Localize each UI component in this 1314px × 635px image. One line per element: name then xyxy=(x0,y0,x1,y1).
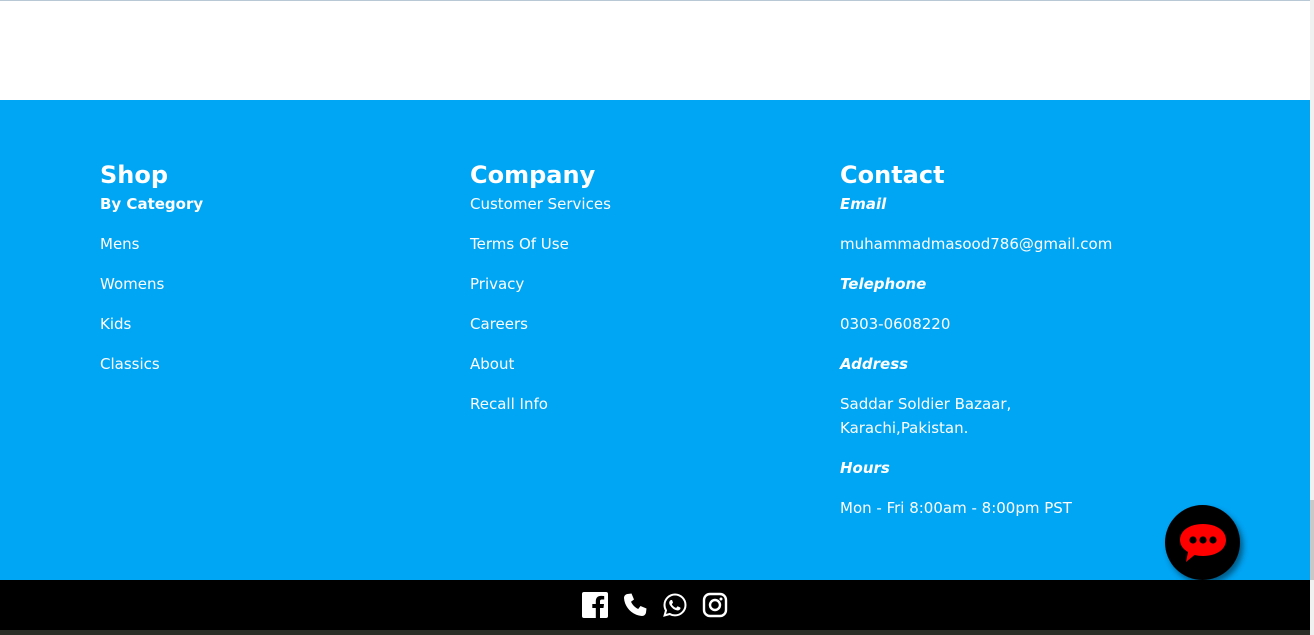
hours-label: Hours xyxy=(840,459,890,477)
facebook-icon xyxy=(582,592,608,618)
company-link-terms-of-use[interactable]: Terms Of Use xyxy=(470,232,830,256)
chat-button[interactable] xyxy=(1165,505,1240,580)
phone-link[interactable] xyxy=(621,591,649,619)
company-link-privacy[interactable]: Privacy xyxy=(470,272,830,296)
email-link[interactable]: muhammadmasood786@gmail.com xyxy=(840,232,1200,256)
company-heading: Company xyxy=(470,161,596,189)
address-label: Address xyxy=(840,355,909,373)
telephone-label: Telephone xyxy=(840,275,927,293)
company-link-recall-info[interactable]: Recall Info xyxy=(470,392,830,416)
shop-column: Shop By Category Mens Womens Kids Classi… xyxy=(100,160,460,376)
shop-link-kids[interactable]: Kids xyxy=(100,312,460,336)
email-label: Email xyxy=(840,195,887,213)
company-link-customer-services[interactable]: Customer Services xyxy=(470,192,830,216)
page-scrollbar[interactable] xyxy=(1310,0,1314,635)
shop-subheading: By Category xyxy=(100,195,204,213)
whatsapp-link[interactable] xyxy=(661,591,689,619)
company-link-careers[interactable]: Careers xyxy=(470,312,830,336)
hours-text: Mon - Fri 8:00am - 8:00pm PST xyxy=(840,499,1072,517)
instagram-icon xyxy=(702,592,728,618)
shop-link-classics[interactable]: Classics xyxy=(100,352,460,376)
shop-heading: Shop xyxy=(100,161,169,189)
contact-heading: Contact xyxy=(840,161,945,189)
phone-icon xyxy=(624,593,647,616)
address-text: Saddar Soldier Bazaar, Karachi,Pakistan. xyxy=(840,395,1012,437)
site-footer: Shop By Category Mens Womens Kids Classi… xyxy=(0,100,1310,580)
company-link-about[interactable]: About xyxy=(470,352,830,376)
contact-column: Contact Email muhammadmasood786@gmail.co… xyxy=(840,160,1200,520)
whatsapp-icon xyxy=(663,593,687,617)
social-bar xyxy=(0,580,1310,630)
company-column: Company Customer Services Terms Of Use P… xyxy=(470,160,830,416)
bottom-strip xyxy=(0,630,1310,635)
shop-link-womens[interactable]: Womens xyxy=(100,272,460,296)
scrollbar-thumb[interactable] xyxy=(1310,500,1314,580)
page-content-area xyxy=(0,0,1310,100)
chat-bubble-icon xyxy=(1179,523,1226,562)
facebook-link[interactable] xyxy=(581,591,609,619)
shop-link-mens[interactable]: Mens xyxy=(100,232,460,256)
telephone-link[interactable]: 0303-0608220 xyxy=(840,312,1200,336)
instagram-link[interactable] xyxy=(701,591,729,619)
